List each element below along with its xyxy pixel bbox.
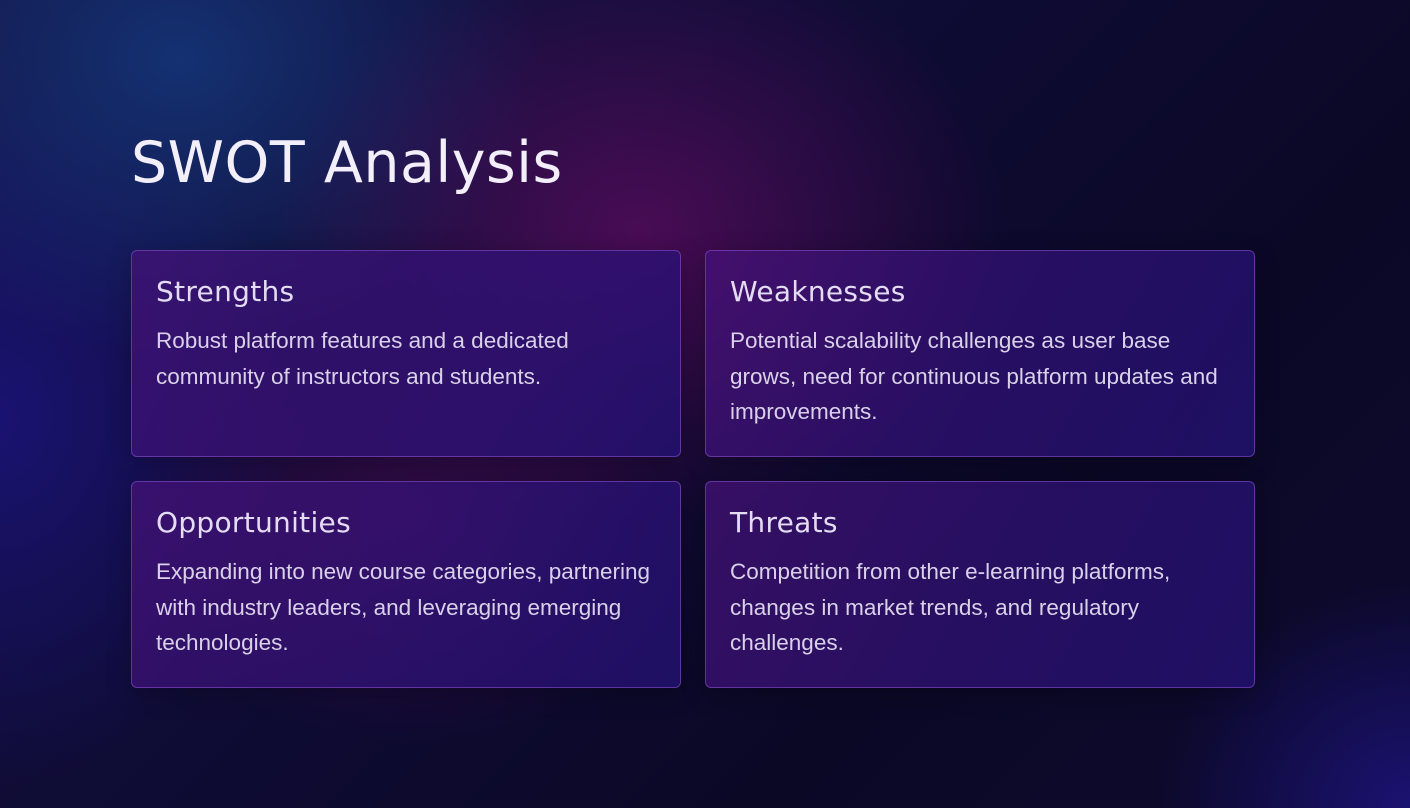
threats-title: Threats xyxy=(730,506,838,539)
opportunities-card: Opportunities Expanding into new course … xyxy=(131,481,681,688)
page-title: SWOT Analysis xyxy=(131,130,563,196)
strengths-text: Robust platform features and a dedicated… xyxy=(156,328,569,389)
weaknesses-card: Weaknesses Potential scalability challen… xyxy=(705,250,1255,457)
weaknesses-title: Weaknesses xyxy=(730,275,906,308)
strengths-card: Strengths Robust platform features and a… xyxy=(131,250,681,457)
threats-text: Competition from other e-learning platfo… xyxy=(730,559,1171,655)
opportunities-text: Expanding into new course categories, pa… xyxy=(156,559,651,655)
threats-card: Threats Competition from other e-learnin… xyxy=(705,481,1255,688)
strengths-title: Strengths xyxy=(156,275,295,308)
weaknesses-text: Potential scalability challenges as user… xyxy=(730,328,1218,424)
opportunities-title: Opportunities xyxy=(156,506,351,539)
swot-grid: Strengths Robust platform features and a… xyxy=(131,250,1255,688)
